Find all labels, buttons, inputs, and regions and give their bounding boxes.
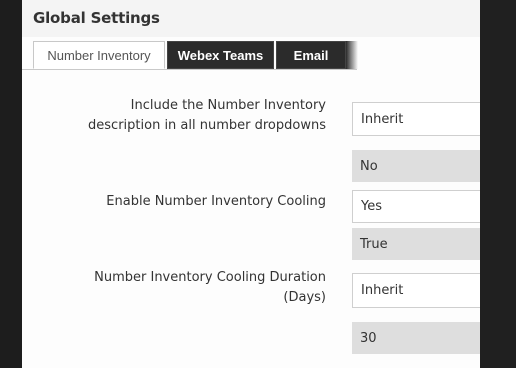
tab-label: Webex Teams — [177, 47, 264, 63]
inherited-value: No — [360, 158, 378, 174]
select-value: Inherit — [361, 111, 404, 127]
tab-label: Number Inventory — [47, 47, 151, 63]
left-dark-strip — [0, 0, 22, 368]
tab-overflow-fade — [346, 41, 358, 69]
label-line: description in all number dropdowns — [88, 118, 326, 133]
label-line: Enable Number Inventory Cooling — [106, 194, 326, 209]
label-line: (Days) — [283, 290, 326, 305]
tab-number-inventory[interactable]: Number Inventory — [33, 41, 165, 69]
setting-label-include-description: Include the Number Inventory description… — [88, 96, 326, 136]
tabs-divider — [22, 69, 357, 70]
title-bar: Global Settings — [22, 0, 480, 37]
inherited-value: 30 — [360, 330, 377, 346]
include-description-select[interactable]: Inherit — [352, 102, 480, 136]
right-dark-strip — [480, 0, 516, 368]
tab-label: Email — [293, 47, 329, 63]
setting-label-enable-cooling: Enable Number Inventory Cooling — [106, 192, 326, 212]
select-value: Inherit — [361, 283, 404, 298]
cooling-duration-inherited-value: 30 — [352, 322, 480, 354]
setting-label-cooling-duration: Number Inventory Cooling Duration (Days) — [94, 268, 326, 308]
enable-cooling-select[interactable]: Yes — [352, 190, 480, 223]
tab-webex-teams[interactable]: Webex Teams — [167, 41, 274, 69]
inherited-value: True — [360, 236, 388, 252]
label-line: Number Inventory Cooling Duration — [94, 270, 326, 285]
enable-cooling-inherited-value: True — [352, 228, 480, 260]
tab-email[interactable]: Email — [276, 41, 346, 69]
select-value: Yes — [361, 199, 382, 214]
cooling-duration-select[interactable]: Inherit — [352, 273, 480, 308]
label-line: Include the Number Inventory — [130, 98, 326, 113]
page-title: Global Settings — [33, 9, 160, 27]
include-description-inherited-value: No — [352, 150, 480, 182]
